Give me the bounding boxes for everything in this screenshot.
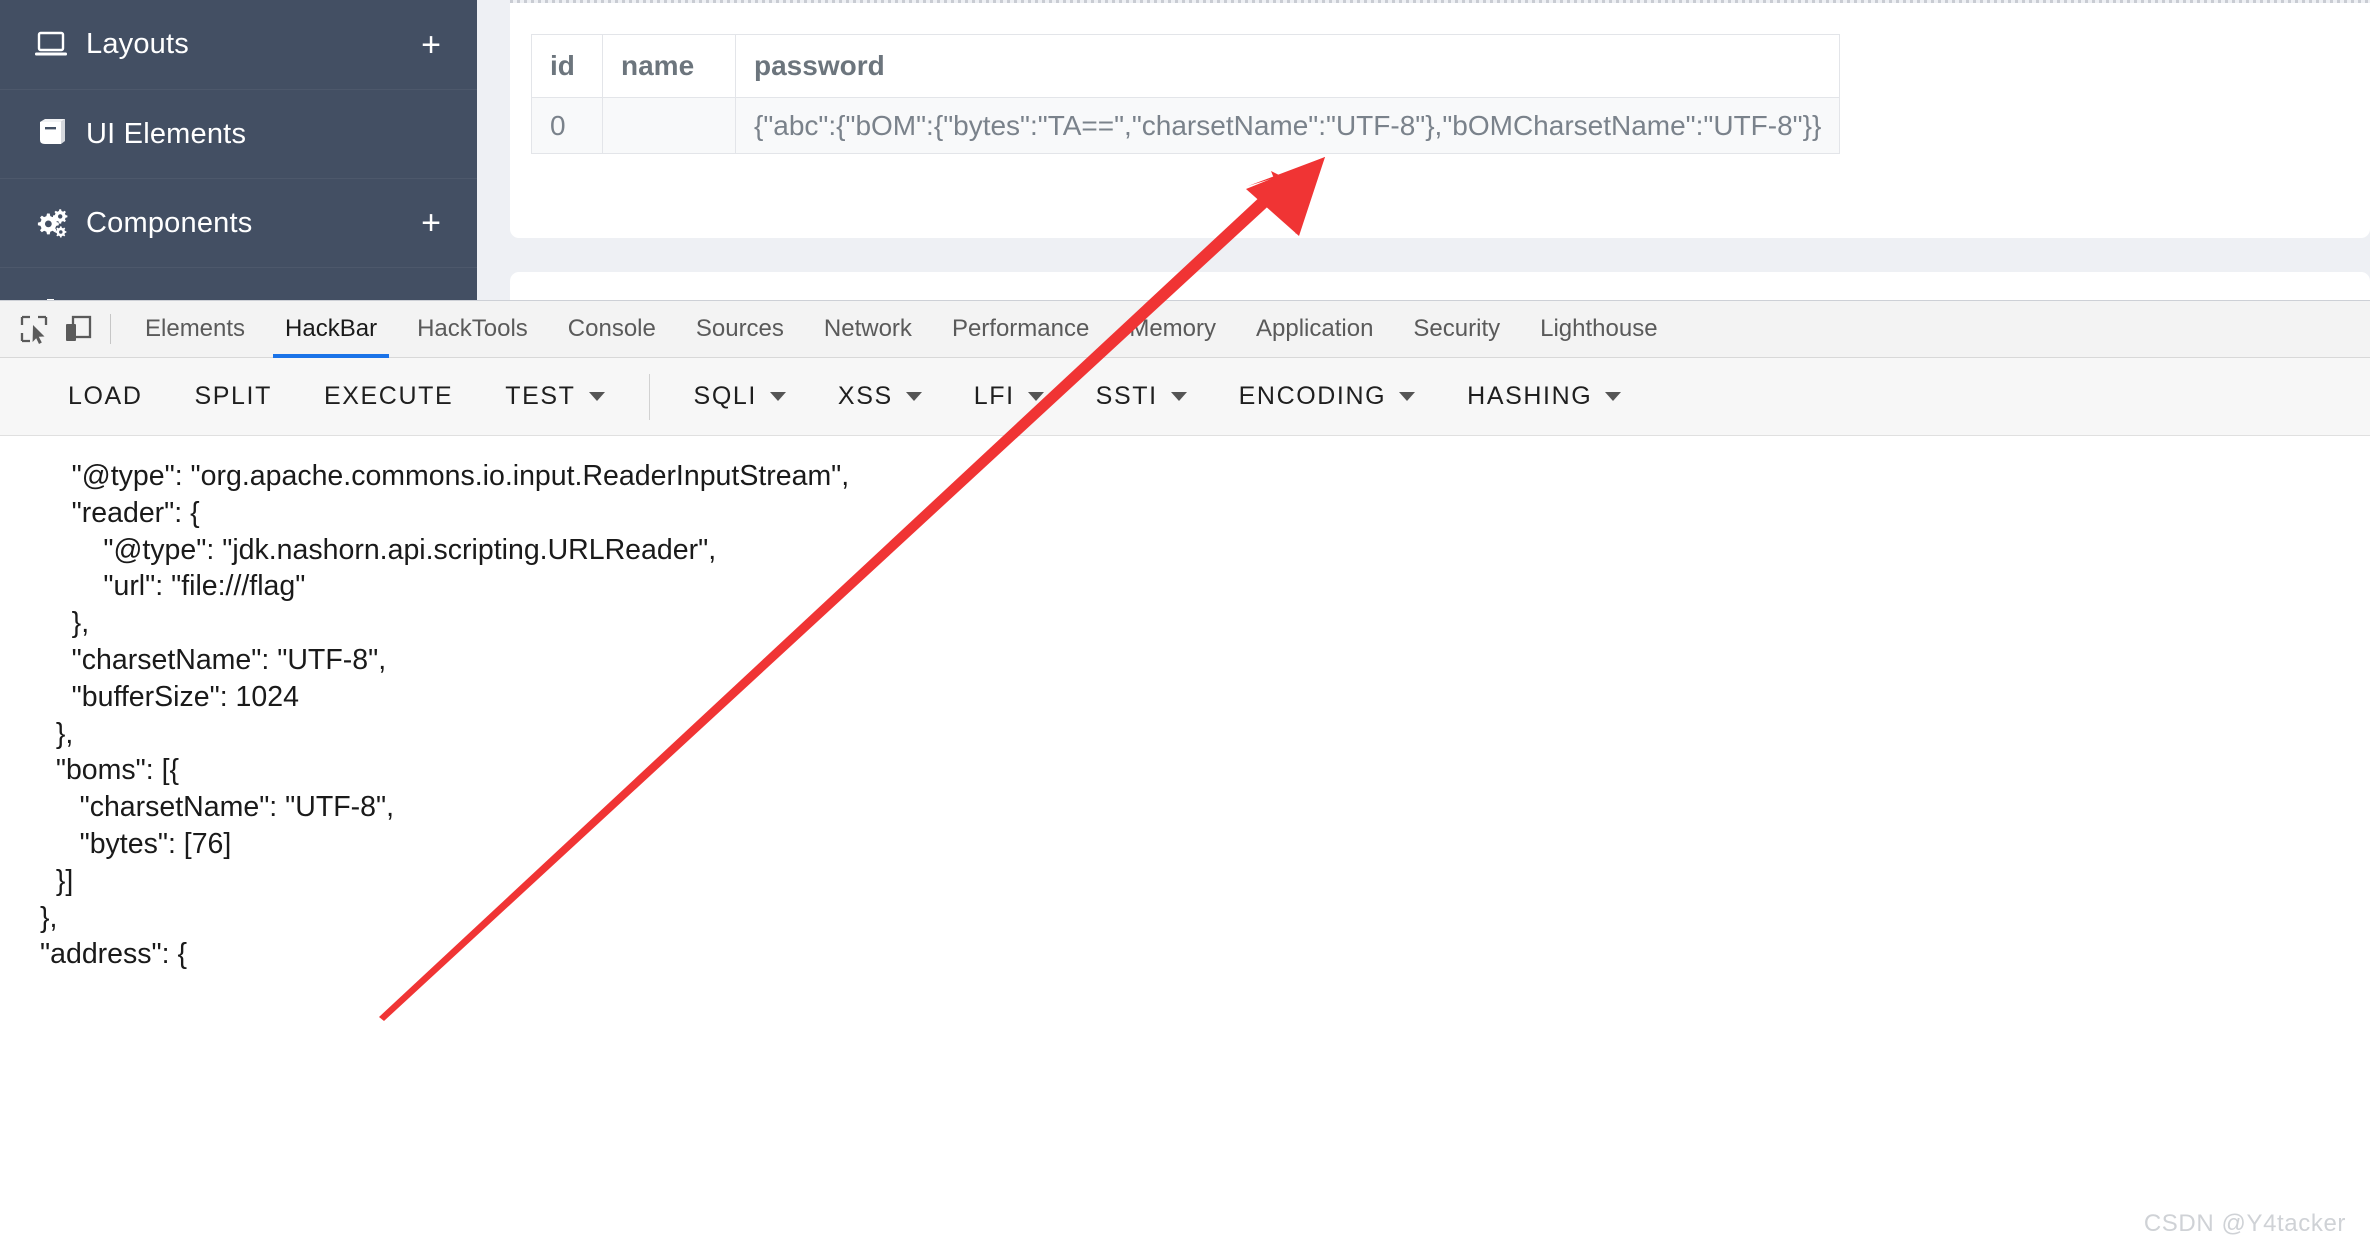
chevron-down-icon xyxy=(1399,392,1416,401)
app-sidebar: Layouts + UI Elements Components + xyxy=(0,0,477,300)
chevron-down-icon xyxy=(905,392,922,401)
add-component-button[interactable]: + xyxy=(421,206,443,240)
xss-dropdown-label: XSS xyxy=(837,382,893,410)
split-button[interactable]: SPLIT xyxy=(168,368,297,426)
hashing-dropdown[interactable]: HASHING xyxy=(1441,368,1647,426)
toolbar-separator xyxy=(110,314,111,344)
sqli-dropdown-label: SQLI xyxy=(693,382,757,410)
code-line: "charsetName": "UTF-8", xyxy=(40,791,395,824)
column-header-password: password xyxy=(734,34,1841,98)
chevron-down-icon xyxy=(588,392,605,401)
encoding-dropdown-label: ENCODING xyxy=(1238,382,1387,410)
devtools-tabbar: Elements HackBar HackTools Console Sourc… xyxy=(0,301,2370,358)
tab-hackbar[interactable]: HackBar xyxy=(265,301,397,358)
browser-page-area: Layouts + UI Elements Components + id na… xyxy=(0,0,2370,300)
chevron-down-icon xyxy=(1027,392,1044,401)
tab-console[interactable]: Console xyxy=(548,301,676,358)
toolbar-divider xyxy=(648,373,650,420)
code-line: }] xyxy=(40,864,74,897)
cell-id: 0 xyxy=(531,97,603,154)
cell-name xyxy=(602,97,736,154)
chevron-down-icon xyxy=(1170,392,1187,401)
sidebar-item-partial[interactable] xyxy=(0,267,477,300)
tab-hacktools[interactable]: HackTools xyxy=(397,301,548,358)
test-dropdown[interactable]: TEST xyxy=(479,368,630,426)
code-line: "@type": "jdk.nashorn.api.scripting.URLR… xyxy=(40,533,717,566)
sidebar-item-layouts[interactable]: Layouts + xyxy=(0,0,477,89)
execute-button-label: EXECUTE xyxy=(323,382,454,410)
watermark: CSDN @Y4tacker xyxy=(2143,1210,2346,1237)
lfi-dropdown[interactable]: LFI xyxy=(948,368,1070,426)
code-line: "address": { xyxy=(40,938,187,971)
sidebar-item-components[interactable]: Components + xyxy=(0,178,477,267)
code-line: }, xyxy=(40,901,58,934)
cell-password: {"abc":{"bOM":{"bytes":"TA==","charsetNa… xyxy=(734,97,1841,154)
code-line: "charsetName": "UTF-8", xyxy=(40,643,387,676)
tab-application[interactable]: Application xyxy=(1236,301,1393,358)
tab-memory[interactable]: Memory xyxy=(1109,301,1236,358)
tab-lighthouse[interactable]: Lighthouse xyxy=(1520,301,1677,358)
book-icon xyxy=(34,118,86,150)
column-header-id: id xyxy=(531,34,603,98)
chevron-down-icon xyxy=(1605,392,1622,401)
tab-performance[interactable]: Performance xyxy=(932,301,1109,358)
code-line: "boms": [{ xyxy=(40,754,180,787)
table-header-row: id name password xyxy=(531,34,1841,98)
sidebar-item-label: UI Elements xyxy=(86,117,247,150)
secondary-card xyxy=(510,272,2370,300)
sidebar-item-label: Layouts xyxy=(86,28,189,60)
code-line: "bufferSize": 1024 xyxy=(40,680,299,713)
devtools-panel: Elements HackBar HackTools Console Sourc… xyxy=(0,300,2370,1252)
table-row: 0 {"abc":{"bOM":{"bytes":"TA==","charset… xyxy=(531,97,1841,154)
test-dropdown-label: TEST xyxy=(505,382,576,410)
hashing-dropdown-label: HASHING xyxy=(1467,382,1593,410)
load-button[interactable]: LOAD xyxy=(42,368,168,426)
chevron-down-icon xyxy=(769,392,786,401)
split-button-label: SPLIT xyxy=(194,382,272,410)
tab-security[interactable]: Security xyxy=(1393,301,1520,358)
tab-sources[interactable]: Sources xyxy=(676,301,804,358)
ssti-dropdown-label: SSTI xyxy=(1095,382,1158,410)
add-layout-button[interactable]: + xyxy=(421,28,443,62)
sidebar-item-label: Components xyxy=(86,206,253,239)
device-toolbar-icon[interactable] xyxy=(56,307,100,351)
column-header-name: name xyxy=(602,34,736,98)
content-pane: id name password 0 {"abc":{"bOM":{"bytes… xyxy=(477,0,2370,300)
ssti-dropdown[interactable]: SSTI xyxy=(1070,368,1213,426)
code-line: "reader": { xyxy=(40,496,200,529)
lfi-dropdown-label: LFI xyxy=(973,382,1015,410)
execute-button[interactable]: EXECUTE xyxy=(298,368,479,426)
code-line: "url": "file:///flag" xyxy=(40,570,306,603)
inspect-element-icon[interactable] xyxy=(12,307,56,351)
sidebar-item-ui-elements[interactable]: UI Elements xyxy=(0,89,477,178)
hackbar-payload-editor[interactable]: "@type": "org.apache.commons.io.input.Re… xyxy=(0,436,2370,1252)
gears-icon xyxy=(34,207,86,239)
results-table: id name password 0 {"abc":{"bOM":{"bytes… xyxy=(531,34,1841,154)
sqli-dropdown[interactable]: SQLI xyxy=(668,368,812,426)
code-line: }, xyxy=(40,717,74,750)
encoding-dropdown[interactable]: ENCODING xyxy=(1213,368,1442,426)
code-line: }, xyxy=(40,607,90,640)
tab-elements[interactable]: Elements xyxy=(125,301,265,358)
tab-network[interactable]: Network xyxy=(804,301,932,358)
xss-dropdown[interactable]: XSS xyxy=(812,368,948,426)
code-line: "@type": "org.apache.commons.io.input.Re… xyxy=(40,460,850,492)
screenshot-root: Layouts + UI Elements Components + id na… xyxy=(0,0,2370,1252)
hackbar-toolbar: LOAD SPLIT EXECUTE TEST SQLI XSS LFI SST… xyxy=(0,358,2370,436)
code-line: "bytes": [76] xyxy=(40,827,232,860)
load-button-label: LOAD xyxy=(68,382,143,410)
laptop-icon xyxy=(34,30,86,60)
table-card: id name password 0 {"abc":{"bOM":{"bytes… xyxy=(510,3,2370,238)
